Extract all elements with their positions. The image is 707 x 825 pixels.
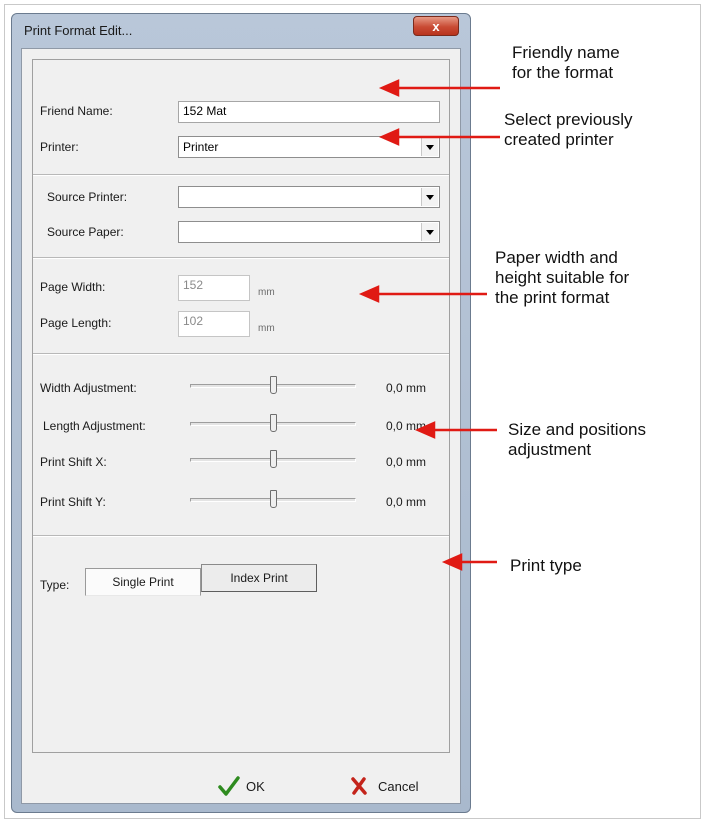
arrow-head (441, 553, 463, 571)
arrow-head (378, 79, 400, 97)
arrow-head (378, 128, 400, 146)
annotation-arrows (358, 79, 500, 571)
arrow-head (358, 285, 380, 303)
arrow-head (414, 421, 436, 439)
